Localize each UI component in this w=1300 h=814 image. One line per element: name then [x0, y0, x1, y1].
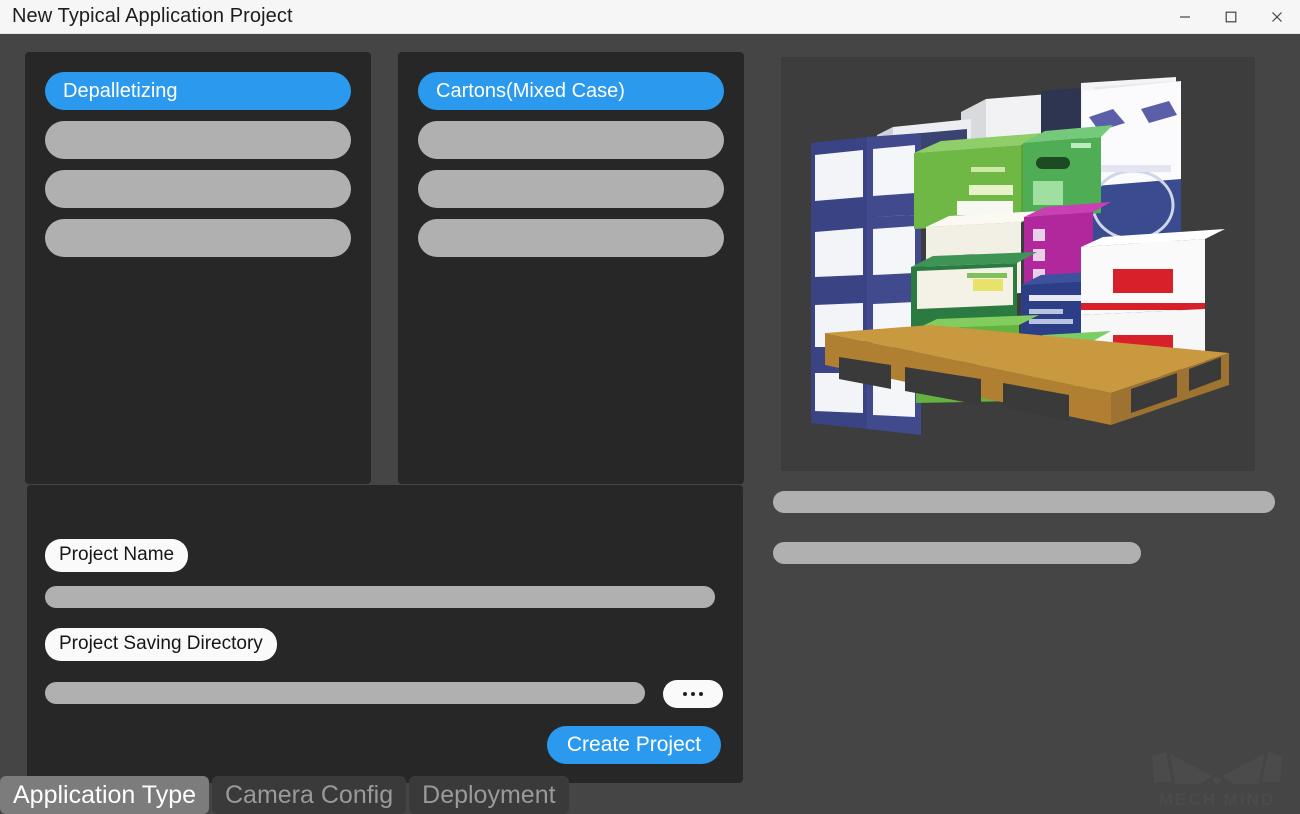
- tab-deployment[interactable]: Deployment: [409, 776, 569, 814]
- wizard-tabbar: Application Type Camera Config Deploymen…: [0, 774, 1300, 814]
- tab-camera-config[interactable]: Camera Config: [212, 776, 407, 814]
- category-item-placeholder-1[interactable]: [45, 121, 351, 159]
- browse-directory-button[interactable]: [663, 680, 723, 708]
- category-item-depalletizing[interactable]: Depalletizing: [45, 72, 351, 110]
- project-form-panel: Project Name Project Saving Directory Cr…: [27, 485, 743, 783]
- project-name-input[interactable]: [45, 586, 715, 608]
- application-preview-panel: [781, 57, 1255, 471]
- category-item-label: Depalletizing: [63, 79, 178, 102]
- application-category-list: Depalletizing: [25, 52, 371, 257]
- close-icon: [1272, 11, 1282, 22]
- create-project-button[interactable]: Create Project: [547, 726, 721, 764]
- project-saving-directory-input[interactable]: [45, 682, 645, 704]
- tab-label: Application Type: [13, 780, 196, 809]
- description-placeholder-line-2: [773, 542, 1141, 564]
- ellipsis-dot-icon: [691, 692, 695, 696]
- maximize-icon: [1225, 11, 1237, 22]
- application-type-list: Cartons(Mixed Case): [398, 52, 744, 257]
- type-item-placeholder-3[interactable]: [418, 219, 724, 257]
- tab-label: Camera Config: [225, 780, 394, 809]
- category-item-placeholder-3[interactable]: [45, 219, 351, 257]
- type-item-placeholder-1[interactable]: [418, 121, 724, 159]
- window-title: New Typical Application Project: [12, 5, 293, 27]
- window-titlebar: New Typical Application Project: [0, 0, 1300, 34]
- project-name-label: Project Name: [45, 539, 189, 572]
- category-item-placeholder-2[interactable]: [45, 170, 351, 208]
- maximize-button[interactable]: [1208, 0, 1254, 33]
- minimize-icon: [1180, 15, 1190, 18]
- description-placeholder-line-1: [773, 491, 1275, 513]
- minimize-button[interactable]: [1162, 0, 1208, 33]
- mixed-case-pallet-image: [781, 57, 1255, 471]
- close-button[interactable]: [1254, 0, 1300, 33]
- ellipsis-dot-icon: [683, 692, 687, 696]
- type-item-cartons-mixed-case[interactable]: Cartons(Mixed Case): [418, 72, 724, 110]
- project-saving-directory-label: Project Saving Directory: [45, 628, 277, 661]
- tab-application-type[interactable]: Application Type: [0, 776, 209, 814]
- type-item-label: Cartons(Mixed Case): [436, 79, 625, 102]
- dialog-body: Depalletizing Cartons(Mixed Case) Projec…: [0, 34, 1300, 814]
- tab-label: Deployment: [422, 780, 556, 809]
- application-category-panel: Depalletizing: [25, 52, 371, 484]
- application-type-panel: Cartons(Mixed Case): [398, 52, 744, 484]
- type-item-placeholder-2[interactable]: [418, 170, 724, 208]
- ellipsis-dot-icon: [699, 692, 703, 696]
